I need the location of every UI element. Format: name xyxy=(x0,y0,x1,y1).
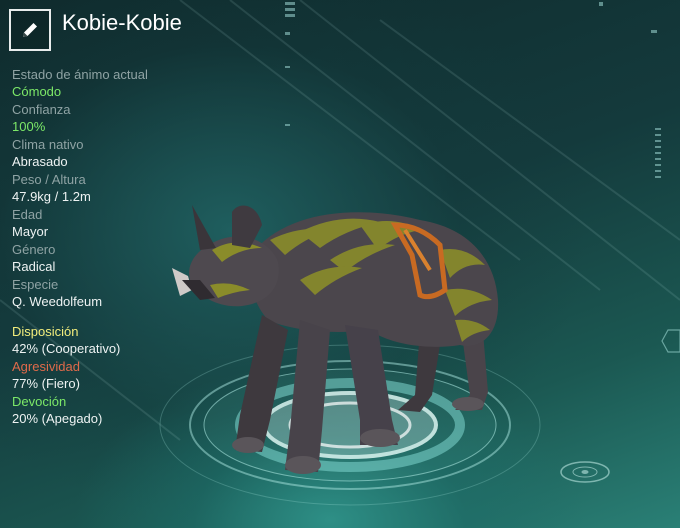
temperament-label-aggression: Agresividad xyxy=(12,359,80,374)
stat-value-gender: Radical xyxy=(12,259,56,274)
stat-value-weight-height: 47.9kg / 1.2m xyxy=(12,189,91,204)
temperament-value-devotion: 20% (Apegado) xyxy=(12,411,103,426)
stat-label-mood: Estado de ánimo actual xyxy=(12,67,148,82)
hex-outline xyxy=(661,329,680,353)
hud-marks xyxy=(285,2,661,178)
stat-label-weight-height: Peso / Altura xyxy=(12,172,86,187)
stat-value-climate: Abrasado xyxy=(12,154,68,169)
temperament-value-disposition: 42% (Cooperativo) xyxy=(12,341,121,356)
stats-panel: Estado de ánimo actual Cómodo Confianza … xyxy=(12,66,212,428)
stat-value-species: Q. Weedolfeum xyxy=(12,294,103,309)
stat-value-mood: Cómodo xyxy=(12,84,62,99)
target-circles xyxy=(560,461,610,483)
stat-label-age: Edad xyxy=(12,207,43,222)
stat-label-climate: Clima nativo xyxy=(12,137,84,152)
stat-value-age: Mayor xyxy=(12,224,49,239)
creature-name: Kobie-Kobie xyxy=(62,10,182,35)
temperament-label-devotion: Devoción xyxy=(12,394,67,409)
stat-label-trust: Confianza xyxy=(12,102,71,117)
stat-value-trust: 100% xyxy=(12,119,46,134)
stat-label-gender: Género xyxy=(12,242,56,257)
temperament-label-disposition: Disposición xyxy=(12,324,79,339)
temperament-value-aggression: 77% (Fiero) xyxy=(12,376,80,391)
stat-label-species: Especie xyxy=(12,277,59,292)
edit-name-button[interactable] xyxy=(9,9,51,51)
pencil-icon xyxy=(23,23,37,37)
